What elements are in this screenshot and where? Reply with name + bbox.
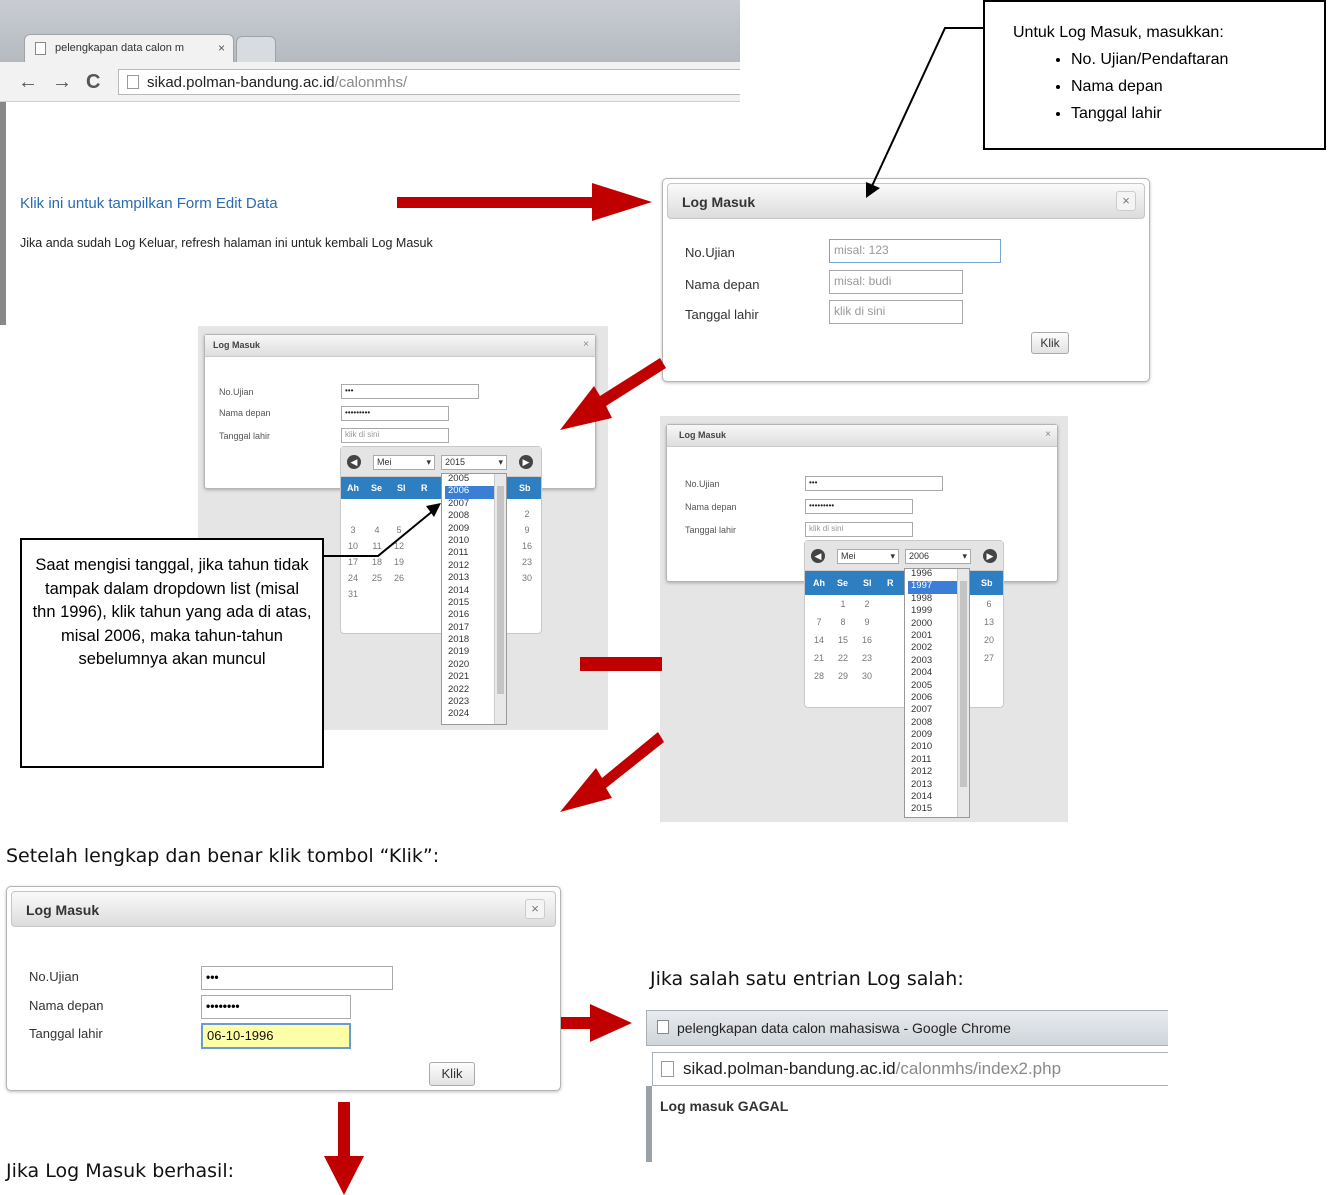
window-edge <box>646 1086 652 1162</box>
error-message: Log masuk GAGAL <box>660 1098 789 1114</box>
arrow-connector-icon <box>580 657 662 671</box>
caption-after-complete: Setelah lengkap dan benar klik tombol “K… <box>6 845 440 867</box>
login-dialog-filled: Log Masuk × No.Ujian Nama depan Tanggal … <box>6 886 561 1091</box>
arrow-right-icon <box>397 183 652 221</box>
close-icon[interactable]: × <box>525 899 545 919</box>
arrow-down-icon <box>324 1102 364 1195</box>
page-icon <box>657 1020 669 1034</box>
pointer-line-year <box>322 503 441 557</box>
label-no-ujian: No.Ujian <box>29 969 79 984</box>
label-tanggal-lahir: Tanggal lahir <box>29 1026 103 1041</box>
url-path: /calonmhs/index2.php <box>895 1059 1062 1078</box>
dialog-header: Log Masuk × <box>11 891 556 927</box>
window-titlebar: pelengkapan data calon mahasiswa - Googl… <box>646 1010 1168 1046</box>
address-bar[interactable]: sikad.polman-bandung.ac.id/calonmhs/inde… <box>652 1052 1168 1086</box>
nama-depan-input[interactable]: •••••••• <box>201 995 351 1019</box>
pointer-line-login <box>866 27 985 198</box>
url-host: sikad.polman-bandung.ac.id <box>683 1059 896 1078</box>
no-ujian-input[interactable]: ••• <box>201 966 393 990</box>
caption-success: Jika Log Masuk berhasil: <box>6 1160 234 1182</box>
window-title: pelengkapan data calon mahasiswa - Googl… <box>677 1020 1011 1036</box>
browser-window-error: pelengkapan data calon mahasiswa - Googl… <box>646 1010 1168 1162</box>
arrow-down-left-icon <box>560 358 666 430</box>
tanggal-lahir-input[interactable]: 06-10-1996 <box>201 1023 351 1049</box>
dialog-title: Log Masuk <box>26 902 100 918</box>
page-icon <box>661 1061 674 1077</box>
caption-wrong-entry: Jika salah satu entrian Log salah: <box>650 968 964 990</box>
klik-button[interactable]: Klik <box>429 1062 475 1086</box>
label-nama-depan: Nama depan <box>29 998 104 1013</box>
arrow-down-left-icon <box>560 732 664 812</box>
